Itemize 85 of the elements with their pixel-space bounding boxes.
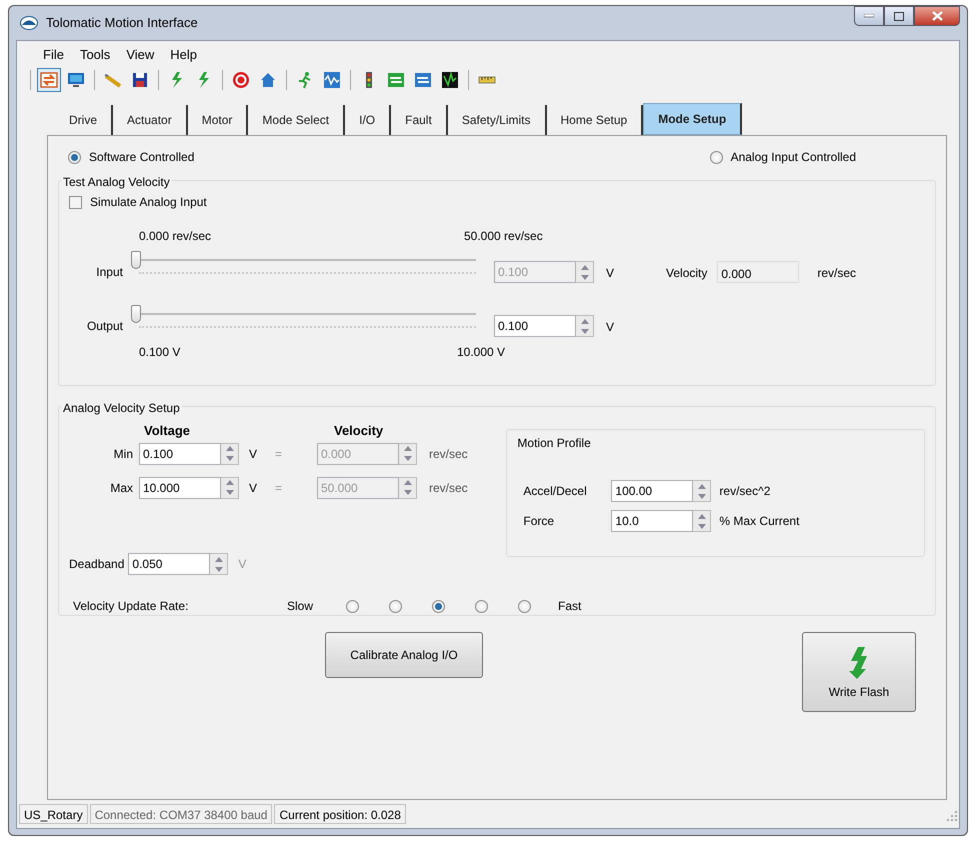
save-icon [130, 70, 150, 90]
number-field[interactable]: 0.050 [128, 553, 210, 575]
tab[interactable]: Mode Setup [643, 103, 742, 135]
menu-item[interactable]: File [37, 44, 70, 62]
radio-label: Software Controlled [89, 149, 194, 166]
window-title: Tolomatic Motion Interface [46, 14, 198, 32]
range-label: 0.000 rev/sec [139, 228, 212, 245]
spin-buttons[interactable] [221, 442, 239, 464]
field-label: Output [86, 318, 124, 335]
maximize-button[interactable] [884, 6, 914, 26]
unit-label: rev/sec [429, 480, 468, 496]
monitor-icon [66, 70, 86, 90]
radio-button[interactable] [68, 150, 81, 164]
number-field[interactable]: 10.000 [139, 476, 221, 498]
status-text: Current position: 0.028 [274, 804, 406, 824]
row-label: Force [522, 513, 556, 530]
row-label: Min [112, 446, 134, 462]
tab[interactable]: Home Setup [546, 105, 644, 135]
row-label: Deadband [69, 556, 124, 573]
spin-buttons[interactable] [399, 442, 417, 464]
tab[interactable]: Motor [188, 105, 248, 135]
equals-sign: = [275, 480, 284, 496]
spin-buttons[interactable] [210, 553, 228, 575]
menu-item[interactable]: Help [164, 44, 204, 62]
number-field[interactable]: 0.100 [494, 315, 576, 337]
close-button[interactable] [914, 6, 960, 26]
range-label: 10.000 V [457, 344, 506, 361]
readonly-field: 0.000 [717, 261, 800, 283]
slider-track[interactable] [131, 251, 476, 269]
spin-buttons[interactable] [576, 315, 594, 337]
radio-button[interactable] [346, 600, 359, 612]
spin-buttons[interactable] [576, 261, 594, 283]
rate-label: Fast [558, 598, 582, 615]
unit-label: rev/sec [817, 265, 856, 282]
unit-label: V [606, 265, 614, 282]
slider-thumb[interactable] [131, 305, 141, 323]
radio-label: Analog Input Controlled [730, 149, 856, 166]
app-logo-icon [20, 16, 38, 30]
unit-label: V [606, 319, 614, 336]
radio-button[interactable] [475, 600, 488, 612]
unit-label: V [238, 556, 246, 573]
minimize-button[interactable] [854, 6, 884, 26]
waveform-icon [322, 70, 342, 90]
radio-button[interactable] [710, 150, 723, 164]
row-label: Accel/Decel [522, 483, 588, 500]
column-header: Velocity [334, 422, 384, 440]
number-field[interactable]: 100.00 [611, 480, 694, 502]
status-text: US_Rotary [19, 804, 88, 824]
radio-button[interactable] [432, 600, 445, 612]
minimize-icon [864, 14, 874, 18]
unit-label: rev/sec [429, 446, 468, 462]
range-label: 0.100 V [139, 344, 182, 361]
slider-track[interactable] [131, 305, 476, 323]
column-header: Voltage [144, 422, 191, 440]
rate-label: Slow [287, 598, 314, 615]
spin-buttons[interactable] [693, 480, 712, 502]
number-field[interactable]: 0.100 [139, 442, 221, 464]
close-icon [932, 11, 942, 21]
number-field[interactable]: 10.0 [611, 510, 694, 532]
calibrate-button[interactable]: Calibrate Analog I/O [325, 632, 483, 678]
equals-sign: = [275, 446, 284, 462]
unit-label: % Max Current [719, 513, 800, 530]
rate-label: Velocity Update Rate: [73, 598, 190, 615]
checkbox-label: Simulate Analog Input [90, 194, 207, 211]
unit-label: V [249, 480, 258, 496]
radio-button[interactable] [518, 600, 531, 612]
field-label: Input [95, 264, 124, 281]
lightning-icon [849, 647, 869, 679]
menu-item[interactable]: Tools [74, 44, 116, 62]
spin-buttons[interactable] [221, 476, 239, 498]
status-text: Connected: COM37 38400 baud [90, 804, 272, 824]
write-flash-button[interactable]: Write Flash [802, 632, 916, 712]
unit-label: rev/sec^2 [719, 483, 770, 500]
row-label: Max [109, 480, 134, 496]
unit-label: V [249, 446, 258, 462]
checkbox[interactable] [69, 196, 82, 208]
menu-item[interactable]: View [120, 44, 160, 62]
spin-buttons[interactable] [399, 476, 417, 498]
spin-buttons[interactable] [693, 510, 712, 532]
maximize-icon [894, 12, 904, 20]
swap-icon [39, 70, 59, 90]
scope-icon [440, 70, 460, 90]
range-label: 50.000 rev/sec [464, 228, 543, 245]
field-label: Velocity [666, 265, 708, 282]
radio-button[interactable] [389, 600, 402, 612]
